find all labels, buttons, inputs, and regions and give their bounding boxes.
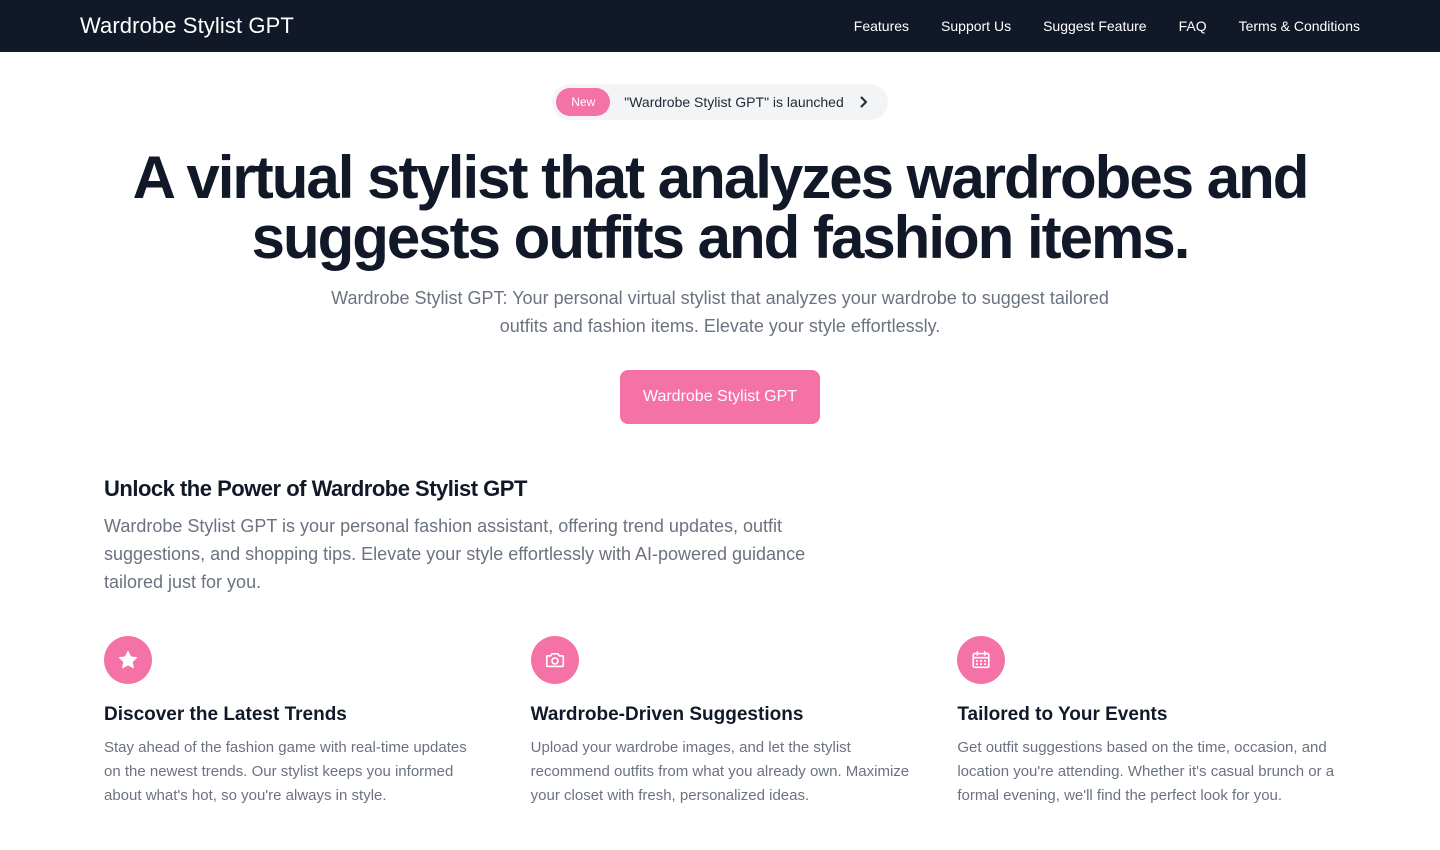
feature-card-wardrobe: Wardrobe-Driven Suggestions Upload your … <box>530 636 910 808</box>
chevron-right-icon <box>860 96 867 108</box>
feature-title: Wardrobe-Driven Suggestions <box>530 704 804 725</box>
camera-icon <box>530 636 579 684</box>
new-badge: New <box>556 88 611 116</box>
features-section: Unlock the Power of Wardrobe Stylist GPT… <box>0 476 1440 808</box>
announcement-pill[interactable]: New "Wardrobe Stylist GPT" is launched <box>552 84 888 120</box>
feature-description: Upload your wardrobe images, and let the… <box>530 739 910 804</box>
cta-button[interactable]: Wardrobe Stylist GPT <box>619 370 821 424</box>
hero-title: A virtual stylist that analyzes wardrobe… <box>132 144 1310 271</box>
feature-list: Discover the Latest Trends Stay ahead of… <box>104 636 1336 808</box>
hero-section: New "Wardrobe Stylist GPT" is launched A… <box>0 52 1440 424</box>
feature-card-trends: Discover the Latest Trends Stay ahead of… <box>104 636 483 808</box>
nav-link-features[interactable]: Features <box>854 18 909 34</box>
top-navbar: Wardrobe Stylist GPT Features Support Us… <box>0 0 1440 52</box>
feature-card-events: Tailored to Your Events Get outfit sugge… <box>957 636 1336 808</box>
feature-title: Discover the Latest Trends <box>104 704 347 725</box>
announcement-text: "Wardrobe Stylist GPT" is launched <box>624 94 844 110</box>
feature-description: Get outfit suggestions based on the time… <box>957 739 1335 804</box>
nav-link-support-us[interactable]: Support Us <box>941 18 1011 34</box>
nav-link-faq[interactable]: FAQ <box>1179 18 1207 34</box>
hero-subtitle: Wardrobe Stylist GPT: Your personal virt… <box>331 288 1109 336</box>
brand-logo-text[interactable]: Wardrobe Stylist GPT <box>80 13 294 39</box>
nav-link-terms[interactable]: Terms & Conditions <box>1239 18 1360 34</box>
feature-description: Stay ahead of the fashion game with real… <box>104 739 467 804</box>
star-icon <box>104 636 152 684</box>
feature-title: Tailored to Your Events <box>957 704 1168 725</box>
nav-link-suggest-feature[interactable]: Suggest Feature <box>1043 18 1147 34</box>
calendar-icon <box>957 636 1006 684</box>
section-description: Wardrobe Stylist GPT is your personal fa… <box>104 516 806 592</box>
section-title: Unlock the Power of Wardrobe Stylist GPT <box>104 476 527 501</box>
nav-links: Features Support Us Suggest Feature FAQ … <box>854 18 1360 34</box>
